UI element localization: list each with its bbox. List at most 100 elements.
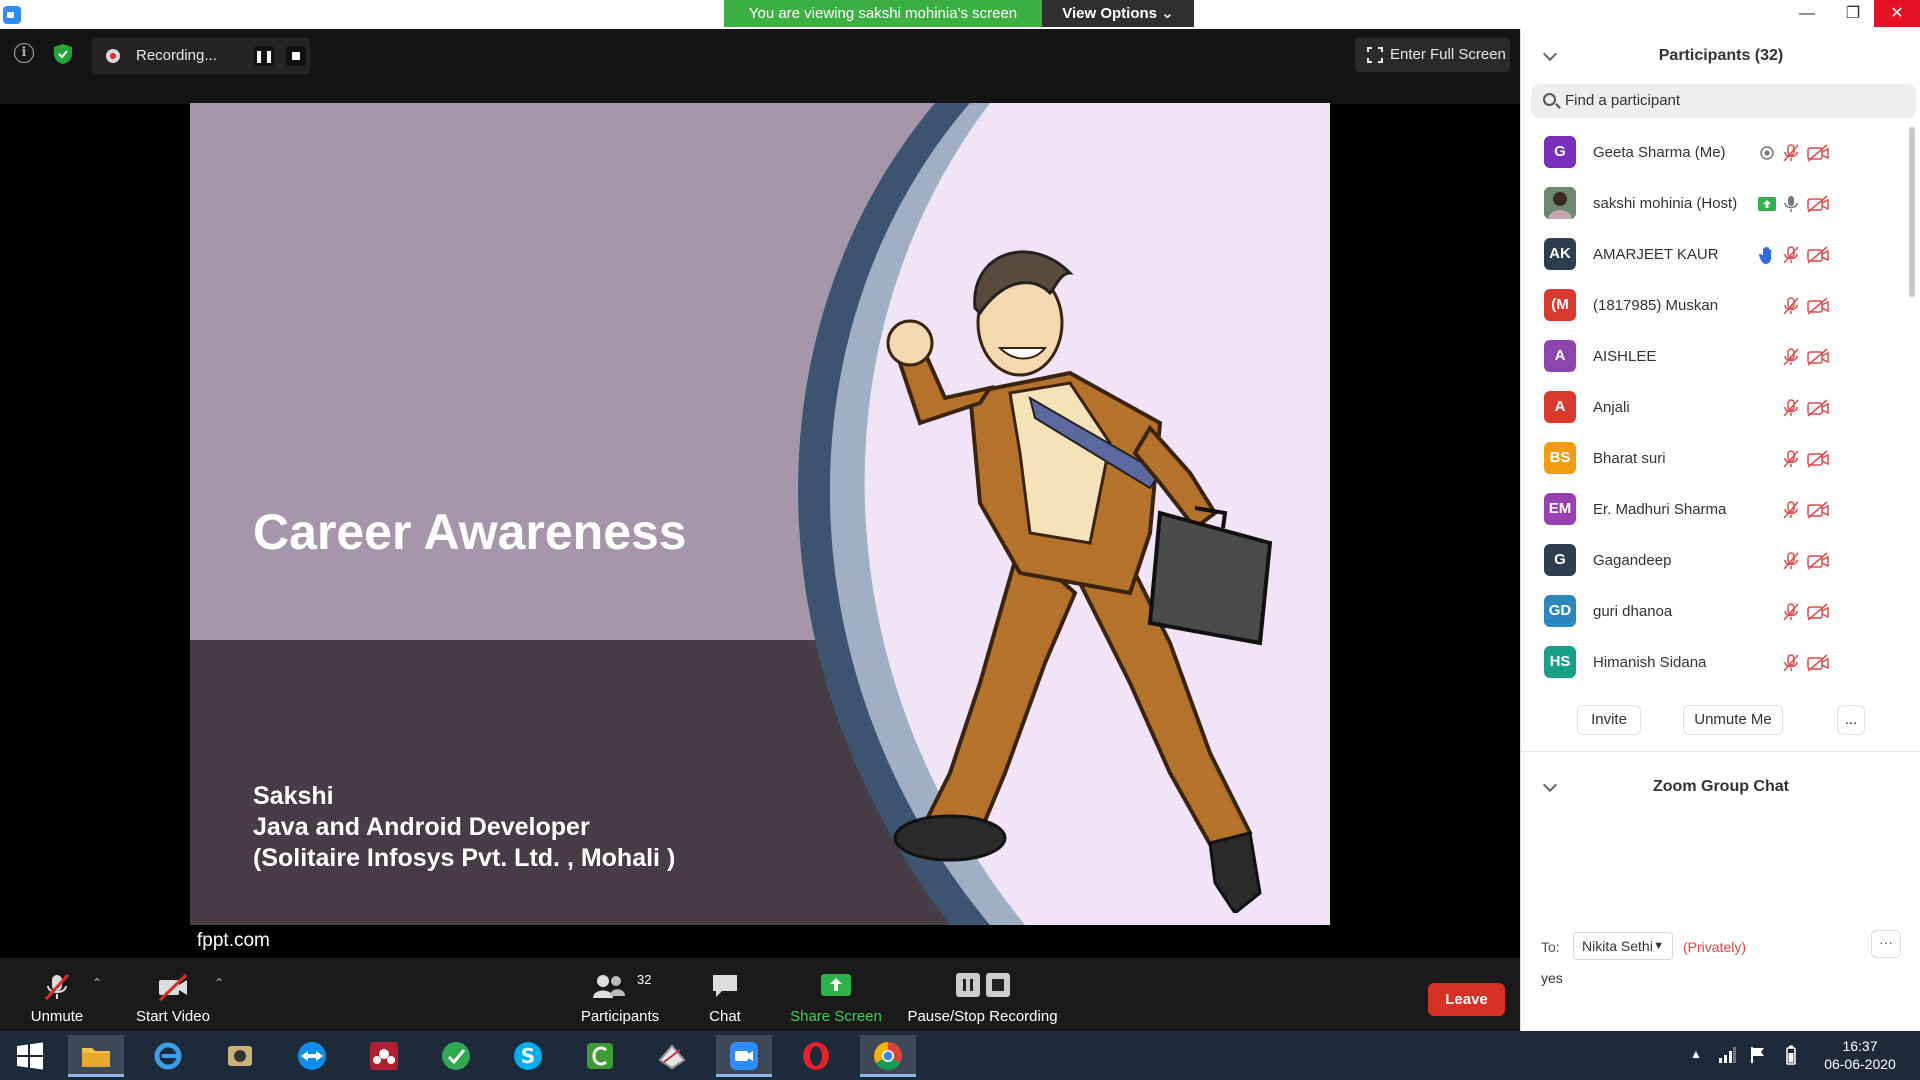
pause-recording-icon[interactable]: ❚❚ (254, 46, 274, 66)
file-explorer-taskbar[interactable] (68, 1035, 124, 1077)
participant-row[interactable]: G Gagandeep (1521, 535, 1906, 586)
author-role: Java and Android Developer (253, 813, 590, 841)
snipping-tool-taskbar[interactable] (644, 1035, 700, 1077)
chrome-icon (874, 1042, 902, 1070)
participant-row[interactable]: BS Bharat suri (1521, 433, 1906, 484)
pause-stop-recording-icon (955, 973, 1010, 997)
participant-name: guri dhanoa (1593, 603, 1673, 620)
participant-scrollbar[interactable] (1909, 127, 1915, 687)
webcam-app-taskbar[interactable] (212, 1035, 268, 1077)
participant-row[interactable]: EM Er. Madhuri Sharma (1521, 484, 1906, 535)
fullscreen-icon (1366, 46, 1384, 64)
fullscreen-label: Enter Full Screen (1390, 46, 1506, 63)
view-options-button[interactable]: View Options ⌄ (1042, 0, 1194, 27)
chrome-taskbar[interactable] (860, 1035, 916, 1077)
system-clock[interactable]: 16:37 06-06-2020 (1810, 1037, 1910, 1073)
video-off-icon (1806, 449, 1830, 469)
chat-title: Zoom Group Chat (1653, 778, 1789, 795)
chat-message-input[interactable]: yes (1541, 970, 1563, 986)
avatar: GD (1544, 595, 1576, 627)
network-signal-icon[interactable] (1718, 1047, 1736, 1063)
zoom-app-icon (3, 6, 21, 24)
find-participant-input[interactable]: Find a participant (1531, 84, 1916, 118)
participant-list: G Geeta Sharma (Me) sakshi mohinia (Host) A… (1521, 127, 1906, 688)
recording-label: Recording... (136, 47, 217, 64)
stop-recording-icon[interactable] (286, 46, 306, 66)
participants-title: Participants (32) (1658, 47, 1784, 64)
more-options-button[interactable]: ... (1837, 705, 1865, 735)
unmute-label: Unmute (30, 1008, 84, 1025)
invite-button[interactable]: Invite (1577, 705, 1641, 735)
battery-icon[interactable] (1786, 1045, 1796, 1065)
recording-indicator: Recording... ❚❚ (92, 38, 310, 74)
chat-recipient-select[interactable]: Nikita Sethi ▼ (1573, 932, 1673, 960)
scrollbar-thumb[interactable] (1909, 127, 1915, 297)
camtasia-taskbar[interactable] (572, 1035, 628, 1077)
minimize-icon[interactable]: — (1784, 0, 1830, 27)
mendeley-icon (370, 1042, 398, 1070)
clock-date: 06-06-2020 (1824, 1056, 1896, 1072)
participant-row[interactable]: AK AMARJEET KAUR (1521, 229, 1906, 280)
running-businessman-illustration (886, 250, 1273, 913)
participant-row[interactable]: A Anjali (1521, 382, 1906, 433)
enter-full-screen-button[interactable]: Enter Full Screen (1355, 38, 1510, 72)
chat-more-button[interactable]: ··· (1871, 930, 1901, 958)
mic-muted-icon (1781, 602, 1801, 622)
mic-muted-icon (1781, 398, 1801, 418)
zoom-taskbar[interactable] (716, 1035, 772, 1077)
share-screen-button[interactable]: Share Screen (790, 958, 882, 1031)
participants-button[interactable]: 32 Participants (575, 958, 665, 1031)
mic-muted-icon (1781, 143, 1801, 163)
sharing-screen-icon (1757, 194, 1777, 214)
svg-text:S: S (521, 1044, 535, 1068)
video-options-caret-icon[interactable]: ⌃ (214, 976, 224, 990)
video-off-icon (1806, 500, 1830, 520)
unmute-me-button[interactable]: Unmute Me (1683, 705, 1783, 735)
participant-name: Himanish Sidana (1593, 654, 1707, 671)
participant-row[interactable]: G Geeta Sharma (Me) (1521, 127, 1906, 178)
meeting-top-bar: i Recording... ❚❚ Enter Full Screen (0, 29, 1520, 104)
video-off-icon (158, 973, 188, 1002)
participant-row[interactable]: sakshi mohinia (Host) (1521, 178, 1906, 229)
participant-name: Er. Madhuri Sharma (1593, 501, 1727, 518)
video-off-icon (1806, 194, 1830, 214)
participant-row[interactable]: A AISHLEE (1521, 331, 1906, 382)
action-center-flag-icon[interactable] (1750, 1046, 1766, 1064)
video-off-icon (1806, 245, 1830, 265)
audio-options-caret-icon[interactable]: ⌃ (92, 976, 102, 990)
chat-button[interactable]: Chat (700, 958, 750, 1031)
start-button[interactable] (2, 1035, 58, 1077)
close-icon[interactable]: ✕ (1874, 0, 1920, 27)
participant-row[interactable]: (M (1817985) Muskan (1521, 280, 1906, 331)
panel-divider (1521, 751, 1920, 752)
shield-icon[interactable] (52, 43, 74, 65)
green-app-taskbar[interactable] (428, 1035, 484, 1077)
slide-title: Career Awareness (253, 504, 687, 560)
opera-taskbar[interactable] (788, 1035, 844, 1077)
video-off-icon (1806, 296, 1830, 316)
author-company: (Solitaire Infosys Pvt. Ltd. , Mohali ) (253, 844, 676, 872)
show-hidden-icons-icon[interactable]: ▲ (1690, 1047, 1702, 1061)
green-circle-app-icon (442, 1042, 470, 1070)
participant-row[interactable]: HS Himanish Sidana (1521, 637, 1906, 688)
skype-taskbar[interactable]: S (500, 1035, 556, 1077)
internet-explorer-taskbar[interactable] (140, 1035, 196, 1077)
windows-logo-icon (17, 1042, 43, 1070)
share-screen-icon (821, 974, 851, 996)
info-icon[interactable]: i (14, 43, 34, 63)
pause-stop-recording-button[interactable]: Pause/Stop Recording (905, 958, 1060, 1031)
maximize-icon[interactable]: ❐ (1830, 0, 1876, 27)
video-off-icon (1806, 551, 1830, 571)
teamviewer-taskbar[interactable] (284, 1035, 340, 1077)
mendeley-taskbar[interactable] (356, 1035, 412, 1077)
meeting-toolbar: Unmute ⌃ Start Video ⌃ 32 Participants C… (0, 958, 1520, 1031)
unmute-button[interactable]: Unmute (22, 958, 92, 1031)
video-off-icon (1806, 347, 1830, 367)
leave-button[interactable]: Leave (1428, 983, 1505, 1016)
privately-label: (Privately) (1683, 939, 1747, 955)
mic-muted-icon (1781, 551, 1801, 571)
avatar (1544, 187, 1576, 219)
participant-row[interactable]: GD guri dhanoa (1521, 586, 1906, 637)
share-screen-label: Share Screen (790, 1008, 882, 1025)
start-video-button[interactable]: Start Video (132, 958, 214, 1031)
